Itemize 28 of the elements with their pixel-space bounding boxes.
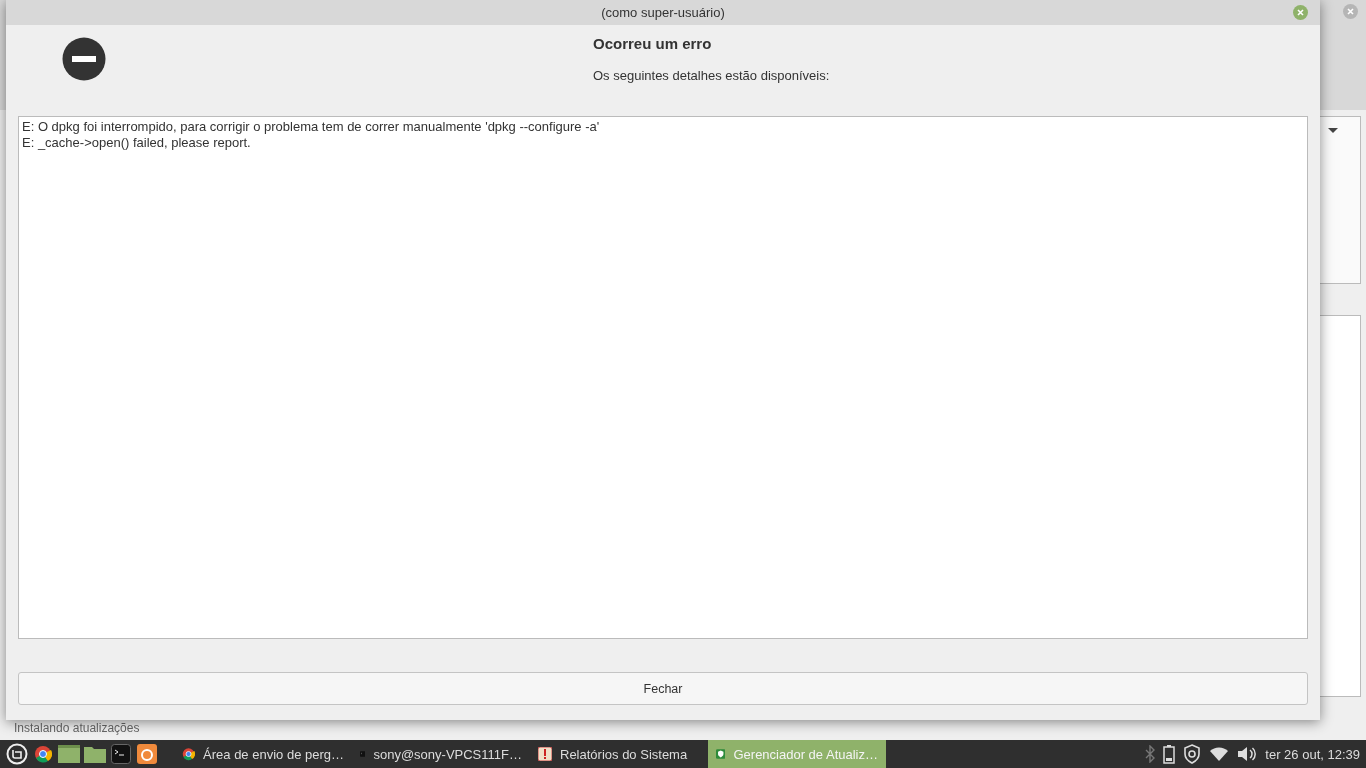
wifi-icon[interactable] [1209, 746, 1230, 762]
folder-icon[interactable] [84, 745, 106, 763]
error-subheading: Os seguintes detalhes estão disponíveis: [593, 68, 830, 83]
taskbar-task[interactable]: sony@sony-VPCS111F… [352, 740, 530, 768]
error-heading: Ocorreu um erro [593, 35, 713, 52]
error-icon [62, 37, 106, 81]
taskbar-task[interactable]: Área de envio de perg… [174, 740, 352, 768]
bluetooth-icon[interactable] [1145, 745, 1156, 763]
details-text-area[interactable]: E: O dpkg foi interrompido, para corrigir o problema tem de correr manualmente 'dpkg --configure -a' E: _cache->open() failed, please report. [18, 116, 1308, 639]
close-dialog-button[interactable]: Fechar [18, 672, 1308, 705]
battery-icon[interactable] [1163, 744, 1176, 764]
browser-icon[interactable] [34, 745, 52, 763]
error-line: E: O dpkg foi interrompido, para corrigir o problema tem de correr manualmente 'dpkg --configure -a' [22, 119, 601, 135]
error-line: E: _cache->open() failed, please report. [22, 135, 252, 151]
clock[interactable]: ter 26 out, 12:39 [1265, 746, 1360, 762]
caret-icon[interactable] [1328, 128, 1338, 133]
fox-icon[interactable] [137, 744, 157, 764]
menu-icon[interactable] [6, 743, 28, 765]
warning-icon [538, 747, 552, 761]
browser-icon [182, 747, 196, 761]
shield-gear-icon[interactable] [1183, 744, 1202, 764]
window-title: (como super-usuário) [601, 5, 725, 20]
volume-icon[interactable] [1237, 745, 1258, 763]
close-icon [1347, 8, 1354, 15]
taskbar-task[interactable]: Relatórios do Sistema [530, 740, 708, 768]
close-icon [1297, 9, 1304, 16]
shield-icon [716, 747, 726, 761]
status-text: Instalando atualizações [14, 721, 140, 735]
